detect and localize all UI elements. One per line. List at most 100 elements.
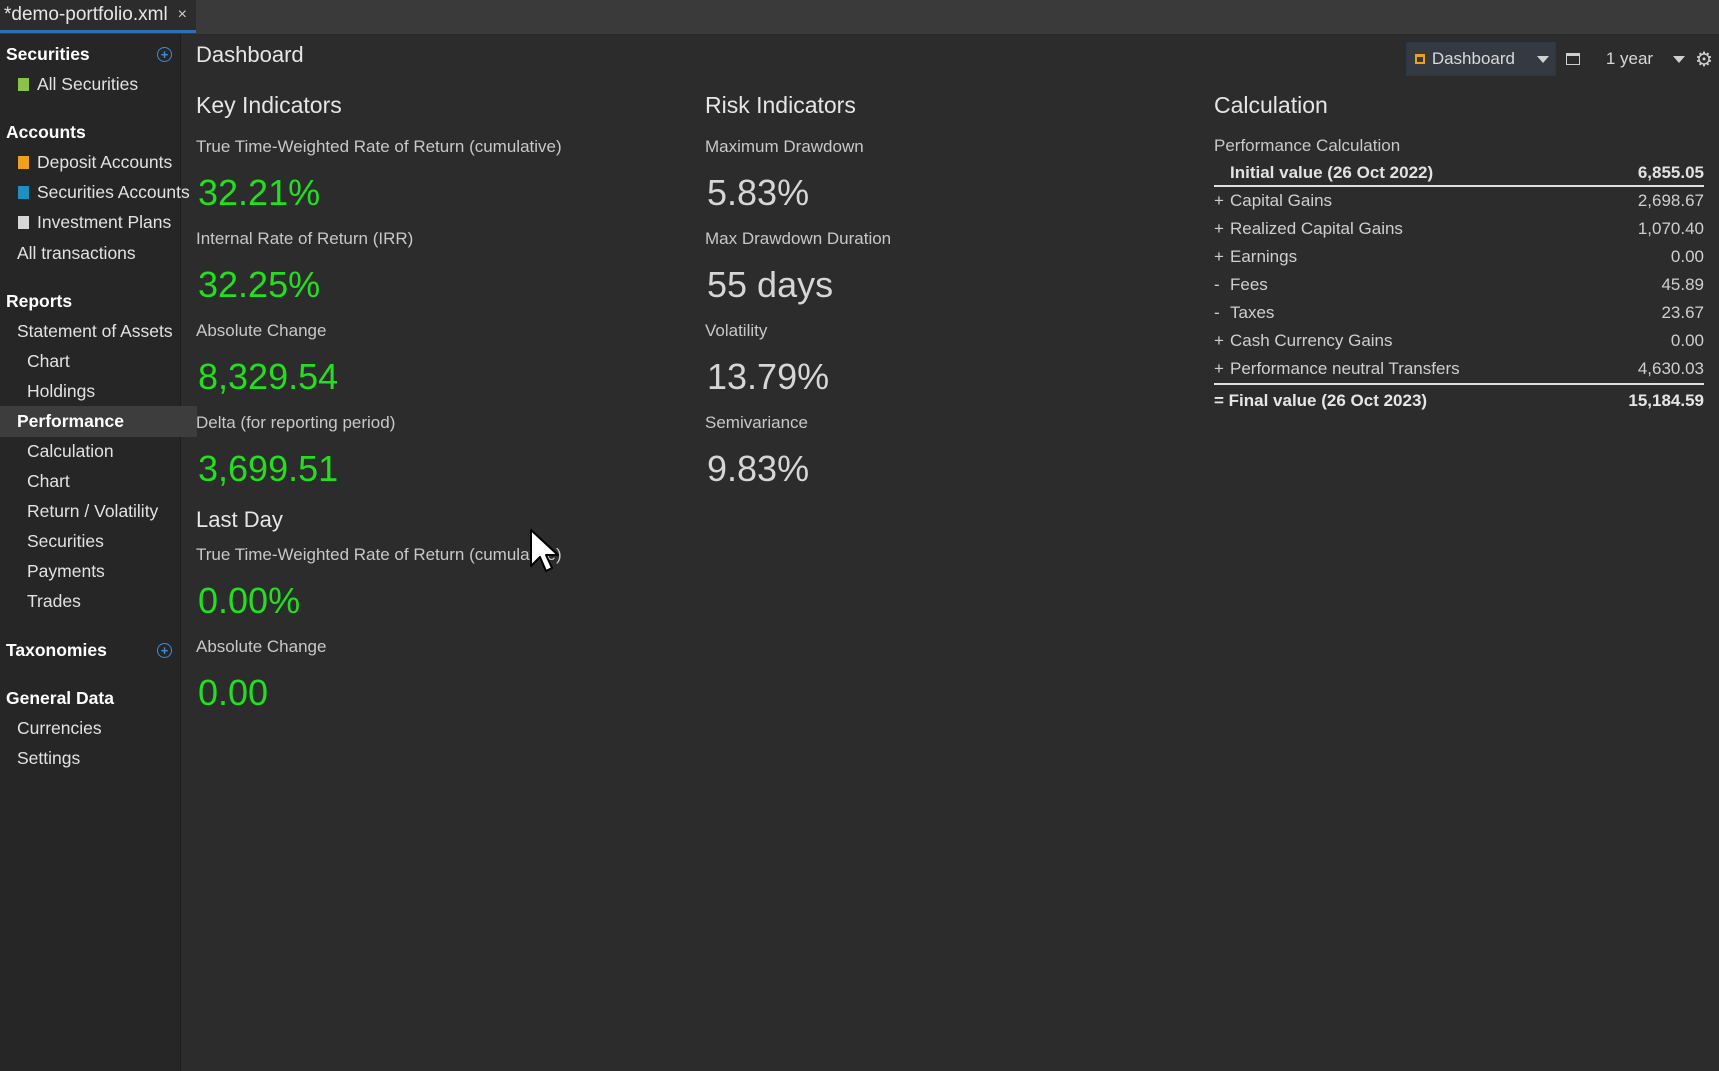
page-title: Dashboard [196, 42, 304, 67]
sidebar-item-label: Securities [27, 531, 104, 551]
investment-plan-icon [18, 216, 29, 229]
sidebar-item-all-transactions[interactable]: All transactions [0, 238, 197, 269]
indicator-label: Maximum Drawdown [705, 137, 864, 156]
indicator-label: True Time-Weighted Rate of Return (cumul… [196, 545, 562, 564]
indicator-label: True Time-Weighted Rate of Return (cumul… [196, 137, 562, 156]
sidebar-item-performance-chart[interactable]: Chart [0, 466, 207, 497]
dashboard-toolbar: Dashboard 1 year ⚙ [1405, 42, 1719, 76]
tab-title: *demo-portfolio.xml [4, 4, 168, 25]
risk-indicators-heading: Risk Indicators [705, 92, 856, 118]
sidebar-item-calculation[interactable]: Calculation [0, 436, 207, 467]
sidebar-item-label: Performance [17, 411, 124, 431]
indicator-label: Max Drawdown Duration [705, 229, 892, 248]
performance-calculation-label: Performance Calculation [1214, 136, 1401, 155]
sidebar-item-statement-of-assets[interactable]: Statement of Assets [0, 316, 197, 347]
indicator-label: Delta (for reporting period) [196, 413, 396, 432]
calc-operator: - [1214, 275, 1220, 294]
dashboard-selector-label: Dashboard [1431, 49, 1515, 68]
sidebar-item-label: Holdings [27, 381, 96, 401]
calc-row-label: Capital Gains [1230, 191, 1333, 210]
chevron-down-icon[interactable] [1536, 56, 1549, 63]
sidebar-section-label: Taxonomies [6, 640, 107, 660]
last-day-absolute-change-value: 0.00 [198, 672, 269, 713]
calc-row: + Earnings 0.00 [1214, 243, 1704, 271]
calc-row: - Taxes 23.67 [1214, 299, 1704, 327]
indicator-label: Volatility [705, 321, 768, 340]
risk-indicators-widget: Risk Indicators Maximum Drawdown 5.83% M… [705, 92, 1185, 500]
add-taxonomy-icon[interactable]: + [157, 643, 172, 658]
sidebar-item-label: All transactions [17, 243, 136, 263]
navigation-sidebar: Securities + All Securities Accounts Dep… [0, 34, 197, 1071]
calc-row-label: = Final value (26 Oct 2023) [1214, 391, 1428, 410]
calc-row-value: 1,070.40 [1637, 219, 1704, 238]
sidebar-item-label: Return / Volatility [27, 501, 159, 521]
calc-row: + Cash Currency Gains 0.00 [1214, 327, 1704, 355]
deposit-account-icon [18, 156, 29, 169]
calc-row-value: 45.89 [1661, 275, 1704, 294]
indicator-label: Absolute Change [196, 321, 327, 340]
sidebar-item-label: Payments [27, 561, 105, 581]
indicator-label: Semivariance [705, 413, 808, 432]
calc-operator: + [1214, 219, 1224, 238]
calculation-widget: Calculation Performance Calculation Init… [1214, 92, 1704, 417]
sidebar-item-return-volatility[interactable]: Return / Volatility [0, 496, 207, 527]
tab-demo-portfolio[interactable]: *demo-portfolio.xml × [0, 0, 196, 33]
max-drawdown-duration-value: 55 days [707, 264, 834, 305]
new-window-icon[interactable] [1565, 53, 1580, 65]
editor-tab-bar: *demo-portfolio.xml × [0, 0, 1719, 35]
sidebar-section-reports[interactable]: Reports [0, 286, 186, 317]
calc-operator: + [1214, 359, 1224, 378]
sidebar-item-label: Settings [17, 748, 81, 768]
calc-row-label: Fees [1230, 275, 1268, 294]
calc-row-label: Earnings [1230, 247, 1298, 266]
delta-value: 3,699.51 [198, 448, 339, 489]
key-indicators-heading: Key Indicators [196, 92, 342, 118]
dashboard-icon [1414, 54, 1425, 64]
sidebar-section-general-data[interactable]: General Data [0, 683, 186, 714]
sidebar-item-payments[interactable]: Payments [0, 556, 207, 587]
max-drawdown-value: 5.83% [707, 172, 810, 213]
sidebar-item-label: Investment Plans [37, 212, 172, 232]
calc-row-value: 23.67 [1661, 303, 1704, 322]
document-icon [18, 78, 29, 91]
sidebar-item-label: Calculation [27, 441, 114, 461]
sidebar-item-investment-plans[interactable]: Investment Plans [0, 207, 198, 238]
close-icon[interactable]: × [178, 6, 187, 24]
sidebar-section-label: Securities [6, 44, 90, 64]
sidebar-item-currencies[interactable]: Currencies [0, 713, 197, 744]
period-chevron-down-icon[interactable] [1673, 55, 1686, 63]
sidebar-section-label: General Data [6, 688, 114, 708]
dashboard-main: Dashboard Dashboard 1 year ⚙ Key Indicat… [181, 34, 1719, 1071]
add-security-icon[interactable]: + [157, 47, 172, 62]
sidebar-item-label: Chart [27, 471, 70, 491]
sidebar-section-label: Reports [6, 291, 73, 311]
sidebar-item-trades[interactable]: Trades [0, 586, 207, 617]
securities-account-icon [18, 186, 29, 199]
sidebar-item-label: Securities Accounts [37, 182, 190, 202]
calc-row-value: 6,855.05 [1637, 162, 1704, 182]
sidebar-item-settings[interactable]: Settings [0, 743, 197, 774]
gear-icon[interactable]: ⚙ [1695, 47, 1713, 72]
dashboard-selector-button[interactable]: Dashboard [1405, 42, 1556, 76]
calc-row: + Performance neutral Transfers 4,630.03 [1214, 355, 1704, 383]
last-day-ttwror-value: 0.00% [198, 580, 301, 621]
sidebar-item-holdings[interactable]: Holdings [0, 376, 207, 407]
sidebar-item-label: Currencies [17, 718, 102, 738]
sidebar-item-deposit-accounts[interactable]: Deposit Accounts [0, 147, 198, 178]
semivariance-value: 9.83% [707, 448, 810, 489]
sidebar-section-label: Accounts [6, 122, 86, 142]
period-selector[interactable]: 1 year [1606, 49, 1653, 69]
sidebar-item-label: Deposit Accounts [37, 152, 173, 172]
sidebar-item-securities-accounts[interactable]: Securities Accounts [0, 177, 198, 208]
sidebar-section-accounts[interactable]: Accounts [0, 117, 186, 148]
volatility-value: 13.79% [707, 356, 830, 397]
sidebar-item-soa-chart[interactable]: Chart [0, 346, 207, 377]
calc-row-initial: Initial value (26 Oct 2022) 6,855.05 [1214, 160, 1704, 187]
calc-row-label: Initial value (26 Oct 2022) [1230, 162, 1434, 182]
absolute-change-value: 8,329.54 [198, 356, 339, 397]
sidebar-item-performance-securities[interactable]: Securities [0, 526, 207, 557]
sidebar-item-performance[interactable]: Performance [0, 406, 197, 437]
calc-row: + Realized Capital Gains 1,070.40 [1214, 215, 1704, 243]
key-indicators-widget: Key Indicators True Time-Weighted Rate o… [196, 92, 676, 724]
sidebar-item-all-securities[interactable]: All Securities [0, 69, 198, 100]
